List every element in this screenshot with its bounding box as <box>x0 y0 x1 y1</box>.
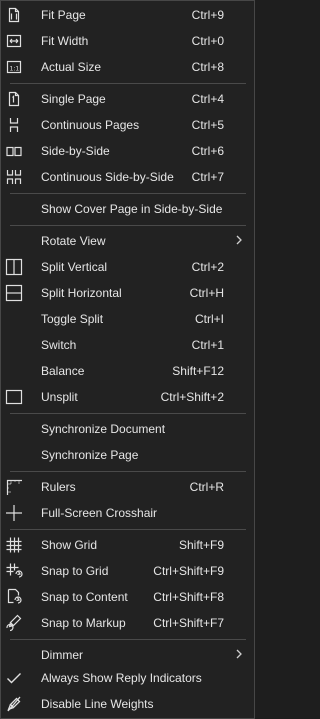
menu-item-shortcut: Ctrl+2 <box>191 260 224 274</box>
continuous-side-by-side-icon <box>5 168 23 186</box>
menu-item-label: Actual Size <box>41 60 102 74</box>
menu-item-label: Snap to Markup <box>41 616 126 630</box>
menu-item-shortcut: Ctrl+Shift+F7 <box>153 616 224 630</box>
menu-item-snap-to-markup[interactable]: Snap to Markup Ctrl+Shift+F7 <box>1 610 254 636</box>
disable-line-weights-icon <box>5 695 23 713</box>
snap-to-content-icon <box>5 588 23 606</box>
menu-item-label: Split Horizontal <box>41 286 122 300</box>
menu-item-continuous-side-by-side[interactable]: Continuous Side-by-Side Ctrl+7 <box>1 164 254 190</box>
menu-item-shortcut: Ctrl+9 <box>191 8 224 22</box>
menu-item-actual-size[interactable]: 1:1 Actual Size Ctrl+8 <box>1 54 254 80</box>
menu-separator <box>10 413 246 414</box>
menu-item-split-horizontal[interactable]: Split Horizontal Ctrl+H <box>1 280 254 306</box>
menu-item-shortcut: Ctrl+5 <box>191 118 224 132</box>
menu-item-label: Unsplit <box>41 390 78 404</box>
menu-item-shortcut: Ctrl+7 <box>191 170 224 184</box>
menu-item-label: Continuous Pages <box>41 118 140 132</box>
fit-page-icon <box>5 6 23 24</box>
menu-item-continuous-pages[interactable]: Continuous Pages Ctrl+5 <box>1 112 254 138</box>
menu-item-fit-page[interactable]: Fit Page Ctrl+9 <box>1 2 254 28</box>
menu-separator <box>10 225 246 226</box>
menu-separator <box>10 639 246 640</box>
menu-item-rulers[interactable]: Rulers Ctrl+R <box>1 474 254 500</box>
menu-item-shortcut: Ctrl+1 <box>191 338 224 352</box>
rulers-icon <box>5 478 23 496</box>
snap-to-markup-icon <box>5 614 23 632</box>
actual-size-icon: 1:1 <box>5 58 23 76</box>
chevron-right-icon <box>232 233 246 247</box>
menu-item-label: Side-by-Side <box>41 144 110 158</box>
menu-item-show-grid[interactable]: Show Grid Shift+F9 <box>1 532 254 558</box>
menu-item-shortcut: Ctrl+Shift+F8 <box>153 590 224 604</box>
menu-item-shortcut: Ctrl+0 <box>191 34 224 48</box>
menu-item-shortcut: Ctrl+6 <box>191 144 224 158</box>
split-vertical-icon <box>5 258 23 276</box>
menu-item-shortcut: Ctrl+4 <box>191 92 224 106</box>
menu-item-label: Full-Screen Crosshair <box>41 506 158 520</box>
menu-item-full-screen-crosshair[interactable]: Full-Screen Crosshair <box>1 500 254 526</box>
menu-item-label: Show Grid <box>41 538 98 552</box>
menu-item-label: Synchronize Document <box>41 422 166 436</box>
checkmark-icon <box>5 669 23 687</box>
view-context-menu: Fit Page Ctrl+9 Fit Width Ctrl+0 1:1 Act… <box>0 0 255 719</box>
menu-item-label: Switch <box>41 338 77 352</box>
menu-item-fit-width[interactable]: Fit Width Ctrl+0 <box>1 28 254 54</box>
menu-item-label: Fit Page <box>41 8 86 22</box>
menu-separator <box>10 193 246 194</box>
grid-icon <box>5 536 23 554</box>
menu-item-split-vertical[interactable]: Split Vertical Ctrl+2 <box>1 254 254 280</box>
menu-item-label: Fit Width <box>41 34 89 48</box>
menu-item-label: Disable Line Weights <box>41 697 154 711</box>
unsplit-icon <box>5 388 23 406</box>
menu-item-label: Snap to Grid <box>41 564 109 578</box>
menu-item-label: Toggle Split <box>41 312 104 326</box>
menu-item-label: Dimmer <box>41 648 83 662</box>
fit-width-icon <box>5 32 23 50</box>
menu-item-shortcut: Ctrl+Shift+F9 <box>153 564 224 578</box>
menu-item-balance[interactable]: Balance Shift+F12 <box>1 358 254 384</box>
menu-item-shortcut: Ctrl+H <box>189 286 224 300</box>
crosshair-icon <box>5 504 23 522</box>
menu-item-label: Rotate View <box>41 234 106 248</box>
menu-item-shortcut: Shift+F12 <box>172 364 224 378</box>
menu-item-label: Single Page <box>41 92 106 106</box>
menu-item-label: Split Vertical <box>41 260 108 274</box>
menu-item-single-page[interactable]: Single Page Ctrl+4 <box>1 86 254 112</box>
side-by-side-icon <box>5 142 23 160</box>
menu-item-always-show-reply-indicators[interactable]: Always Show Reply Indicators <box>1 665 254 691</box>
menu-item-label: Always Show Reply Indicators <box>41 671 202 685</box>
menu-item-shortcut: Shift+F9 <box>178 538 224 552</box>
menu-separator <box>10 471 246 472</box>
menu-separator <box>10 83 246 84</box>
split-horizontal-icon <box>5 284 23 302</box>
menu-item-synchronize-document[interactable]: Synchronize Document <box>1 416 254 442</box>
menu-item-label: Synchronize Page <box>41 448 139 462</box>
menu-item-side-by-side[interactable]: Side-by-Side Ctrl+6 <box>1 138 254 164</box>
menu-item-toggle-split[interactable]: Toggle Split Ctrl+I <box>1 306 254 332</box>
menu-item-disable-line-weights[interactable]: Disable Line Weights <box>1 691 254 717</box>
menu-item-shortcut: Ctrl+8 <box>191 60 224 74</box>
menu-item-unsplit[interactable]: Unsplit Ctrl+Shift+2 <box>1 384 254 410</box>
menu-item-label: Show Cover Page in Side-by-Side <box>41 202 223 216</box>
continuous-pages-icon <box>5 116 23 134</box>
chevron-right-icon <box>232 647 246 661</box>
menu-item-label: Balance <box>41 364 85 378</box>
menu-item-rotate-view[interactable]: Rotate View <box>1 228 254 254</box>
menu-item-shortcut: Ctrl+Shift+2 <box>160 390 224 404</box>
menu-item-label: Continuous Side-by-Side <box>41 170 174 184</box>
menu-item-label: Rulers <box>41 480 76 494</box>
menu-item-snap-to-grid[interactable]: Snap to Grid Ctrl+Shift+F9 <box>1 558 254 584</box>
menu-item-shortcut: Ctrl+R <box>189 480 224 494</box>
single-page-icon <box>5 90 23 108</box>
menu-item-synchronize-page[interactable]: Synchronize Page <box>1 442 254 468</box>
menu-item-snap-to-content[interactable]: Snap to Content Ctrl+Shift+F8 <box>1 584 254 610</box>
snap-to-grid-icon <box>5 562 23 580</box>
menu-item-switch[interactable]: Switch Ctrl+1 <box>1 332 254 358</box>
menu-item-show-cover-page[interactable]: Show Cover Page in Side-by-Side <box>1 196 254 222</box>
menu-item-label: Snap to Content <box>41 590 128 604</box>
svg-text:1:1: 1:1 <box>10 66 20 73</box>
menu-item-shortcut: Ctrl+I <box>194 312 224 326</box>
menu-separator <box>10 529 246 530</box>
